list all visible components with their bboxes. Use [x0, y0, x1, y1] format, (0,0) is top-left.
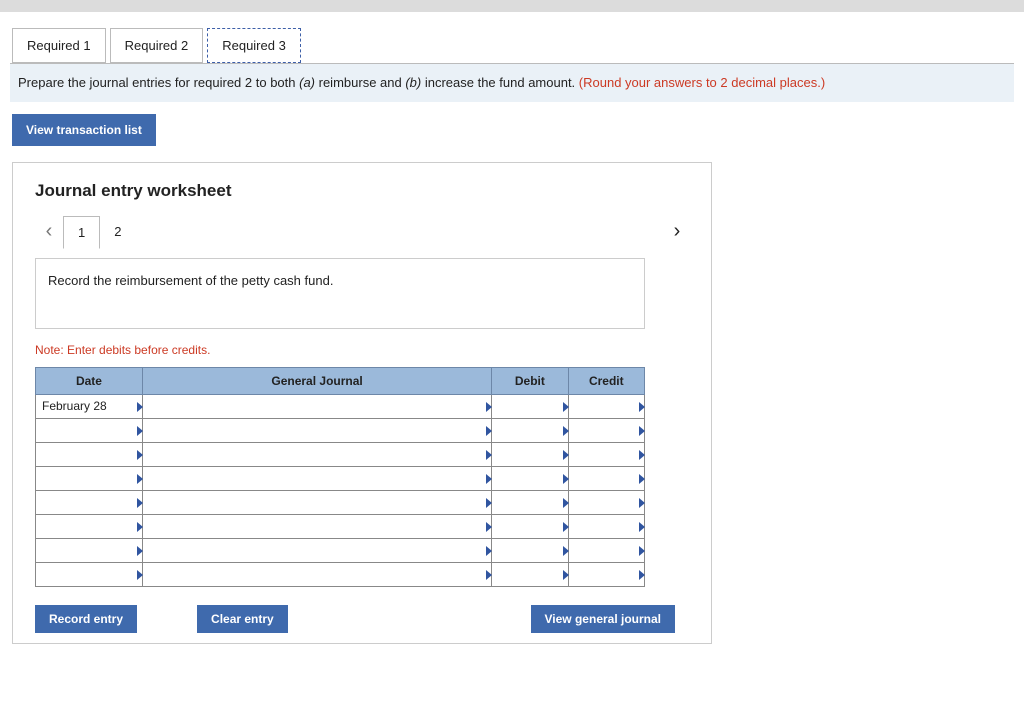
view-transaction-list-button[interactable]: View transaction list [12, 114, 156, 146]
entry-tab-2[interactable]: 2 [100, 216, 135, 247]
cell-date[interactable] [36, 515, 143, 539]
cell-date[interactable]: February 28 [36, 395, 143, 419]
table-row [36, 443, 645, 467]
worksheet-entry-nav: ‹ 1 2 › [35, 215, 695, 248]
dropdown-marker-icon [639, 522, 645, 532]
cell-date[interactable] [36, 563, 143, 587]
col-header-date: Date [36, 368, 143, 395]
cell-date[interactable] [36, 443, 143, 467]
chevron-right-icon[interactable]: › [663, 220, 691, 243]
cell-debit[interactable] [492, 419, 568, 443]
worksheet-title: Journal entry worksheet [35, 181, 695, 201]
journal-entry-worksheet: Journal entry worksheet ‹ 1 2 › Record t… [12, 162, 712, 644]
cell-debit[interactable] [492, 515, 568, 539]
worksheet-bottom-buttons: Record entry Clear entry View general jo… [35, 605, 675, 633]
table-row [36, 563, 645, 587]
debits-before-credits-note: Note: Enter debits before credits. [35, 343, 695, 357]
dropdown-marker-icon [639, 402, 645, 412]
top-scrollbar[interactable] [0, 0, 1024, 12]
instruction-bar: Prepare the journal entries for required… [10, 63, 1014, 102]
instruction-mid2: increase the fund amount. [421, 75, 579, 90]
cell-date[interactable] [36, 419, 143, 443]
cell-gj[interactable] [142, 443, 491, 467]
tab-required-3[interactable]: Required 3 [207, 28, 301, 63]
table-row [36, 515, 645, 539]
instruction-a: (a) [299, 75, 315, 90]
col-header-credit: Credit [568, 368, 644, 395]
clear-entry-button[interactable]: Clear entry [197, 605, 288, 633]
entry-prompt: Record the reimbursement of the petty ca… [35, 258, 645, 329]
cell-debit[interactable] [492, 539, 568, 563]
col-header-debit: Debit [492, 368, 568, 395]
cell-gj[interactable] [142, 563, 491, 587]
table-row [36, 467, 645, 491]
record-entry-button[interactable]: Record entry [35, 605, 137, 633]
cell-debit[interactable] [492, 443, 568, 467]
cell-credit[interactable] [568, 539, 644, 563]
tab-required-2[interactable]: Required 2 [110, 28, 204, 63]
table-row [36, 491, 645, 515]
dropdown-marker-icon [639, 426, 645, 436]
cell-credit[interactable] [568, 563, 644, 587]
cell-credit[interactable] [568, 395, 644, 419]
table-row [36, 539, 645, 563]
instruction-b: (b) [405, 75, 421, 90]
table-row [36, 419, 645, 443]
cell-gj[interactable] [142, 491, 491, 515]
cell-debit[interactable] [492, 491, 568, 515]
cell-date[interactable] [36, 539, 143, 563]
cell-date[interactable] [36, 467, 143, 491]
dropdown-marker-icon [639, 450, 645, 460]
cell-credit[interactable] [568, 443, 644, 467]
required-tabs: Required 1 Required 2 Required 3 [12, 28, 1014, 63]
cell-debit[interactable] [492, 563, 568, 587]
table-row: February 28 [36, 395, 645, 419]
cell-credit[interactable] [568, 491, 644, 515]
cell-credit[interactable] [568, 419, 644, 443]
chevron-left-icon[interactable]: ‹ [35, 220, 63, 243]
tab-required-1[interactable]: Required 1 [12, 28, 106, 63]
view-general-journal-button[interactable]: View general journal [531, 605, 675, 633]
cell-gj[interactable] [142, 539, 491, 563]
cell-debit[interactable] [492, 395, 568, 419]
col-header-general-journal: General Journal [142, 368, 491, 395]
instruction-note: (Round your answers to 2 decimal places.… [579, 75, 825, 90]
instruction-text: Prepare the journal entries for required… [18, 75, 299, 90]
cell-credit[interactable] [568, 515, 644, 539]
journal-entry-table: Date General Journal Debit Credit Februa… [35, 367, 645, 587]
dropdown-marker-icon [639, 570, 645, 580]
cell-gj[interactable] [142, 515, 491, 539]
entry-tab-1[interactable]: 1 [63, 216, 100, 249]
dropdown-marker-icon [639, 546, 645, 556]
cell-debit[interactable] [492, 467, 568, 491]
cell-gj[interactable] [142, 467, 491, 491]
dropdown-marker-icon [639, 474, 645, 484]
dropdown-marker-icon [639, 498, 645, 508]
instruction-mid1: reimburse and [315, 75, 405, 90]
cell-date[interactable] [36, 491, 143, 515]
cell-credit[interactable] [568, 467, 644, 491]
cell-gj[interactable] [142, 419, 491, 443]
cell-gj[interactable] [142, 395, 491, 419]
